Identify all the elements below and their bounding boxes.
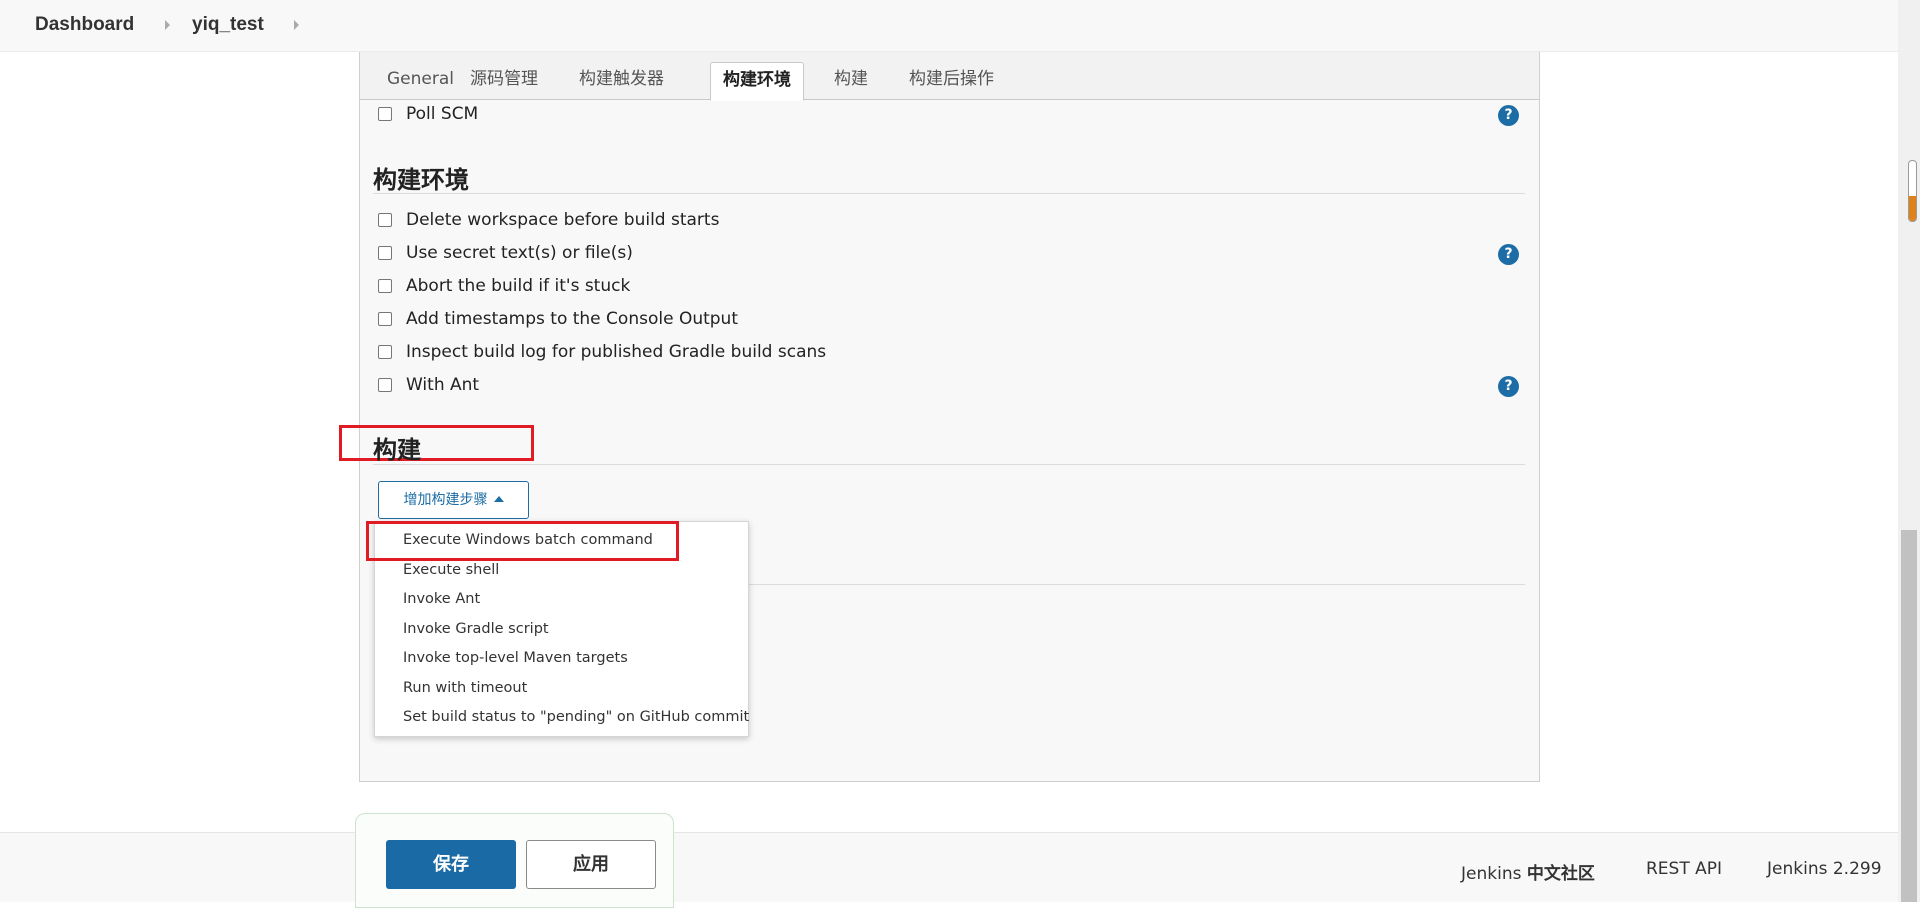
breadcrumb-dashboard[interactable]: Dashboard bbox=[35, 14, 134, 36]
breadcrumb-job[interactable]: yiq_test bbox=[192, 14, 264, 36]
menu-item-run-timeout[interactable]: Run with timeout bbox=[403, 680, 527, 696]
add-build-step-label: 增加构建步骤 bbox=[403, 492, 488, 508]
page-footer: Jenkins 中文社区 REST API Jenkins 2.299 bbox=[0, 832, 1898, 902]
chevron-right-icon[interactable] bbox=[294, 20, 299, 30]
secret-text-checkbox[interactable] bbox=[378, 246, 392, 260]
scrollbar-thumb[interactable] bbox=[1901, 530, 1917, 902]
help-icon[interactable]: ? bbox=[1498, 105, 1519, 126]
option-label: Use secret text(s) or file(s) bbox=[406, 243, 633, 263]
tab-post-build[interactable]: 构建后操作 bbox=[897, 62, 1006, 100]
footer-community-link[interactable]: Jenkins 中文社区 bbox=[1461, 859, 1595, 884]
option-gradle-scans: Inspect build log for published Gradle b… bbox=[378, 342, 978, 366]
option-label: Delete workspace before build starts bbox=[406, 210, 720, 230]
gradle-scans-checkbox[interactable] bbox=[378, 345, 392, 359]
help-icon[interactable]: ? bbox=[1498, 244, 1519, 265]
highlight-box bbox=[366, 521, 679, 561]
menu-item-gradle-script[interactable]: Invoke Gradle script bbox=[403, 621, 549, 637]
highlight-box bbox=[339, 425, 534, 461]
poll-scm-row: Poll SCM bbox=[378, 104, 778, 128]
timestamps-checkbox[interactable] bbox=[378, 312, 392, 326]
option-label: Add timestamps to the Console Output bbox=[406, 309, 738, 329]
tab-build-environment[interactable]: 构建环境 bbox=[710, 62, 804, 101]
help-icon[interactable]: ? bbox=[1498, 376, 1519, 397]
option-abort-stuck: Abort the build if it's stuck bbox=[378, 276, 978, 300]
menu-item-github-pending[interactable]: Set build status to "pending" on GitHub … bbox=[403, 709, 749, 725]
save-button[interactable]: 保存 bbox=[386, 840, 516, 889]
option-secret-text: Use secret text(s) or file(s) bbox=[378, 243, 978, 267]
section-divider bbox=[373, 193, 1525, 194]
poll-scm-label: Poll SCM bbox=[406, 104, 479, 124]
chevron-right-icon[interactable] bbox=[165, 20, 170, 30]
breadcrumb: Dashboard yiq_test bbox=[0, 0, 1898, 52]
menu-item-invoke-ant[interactable]: Invoke Ant bbox=[403, 591, 480, 607]
caret-up-icon bbox=[493, 496, 504, 502]
footer-version-link[interactable]: Jenkins 2.299 bbox=[1767, 859, 1882, 879]
section-divider bbox=[373, 464, 1525, 465]
apply-button[interactable]: 应用 bbox=[526, 840, 656, 889]
abort-stuck-checkbox[interactable] bbox=[378, 279, 392, 293]
option-label: Abort the build if it's stuck bbox=[406, 276, 631, 296]
tab-build[interactable]: 构建 bbox=[822, 62, 880, 100]
footer-community-bold: 中文社区 bbox=[1526, 864, 1595, 884]
add-build-step-button[interactable]: 增加构建步骤 bbox=[378, 481, 529, 519]
scroll-marker bbox=[1908, 160, 1917, 222]
delete-workspace-checkbox[interactable] bbox=[378, 213, 392, 227]
config-tabbar: General 源码管理 构建触发器 构建环境 构建 构建后操作 bbox=[360, 52, 1539, 101]
build-title: 构建 bbox=[373, 436, 421, 464]
with-ant-checkbox[interactable] bbox=[378, 378, 392, 392]
tab-general[interactable]: General bbox=[375, 62, 466, 100]
tab-build-triggers[interactable]: 构建触发器 bbox=[567, 62, 676, 100]
menu-item-execute-shell[interactable]: Execute shell bbox=[403, 562, 499, 578]
tab-source-control[interactable]: 源码管理 bbox=[458, 62, 550, 100]
save-bar: 保存 应用 bbox=[355, 813, 674, 908]
footer-rest-api-link[interactable]: REST API bbox=[1646, 859, 1722, 879]
option-timestamps: Add timestamps to the Console Output bbox=[378, 309, 978, 333]
build-environment-title: 构建环境 bbox=[373, 166, 469, 194]
poll-scm-checkbox[interactable] bbox=[378, 107, 392, 121]
scroll-marker-fill bbox=[1909, 196, 1916, 221]
option-label: Inspect build log for published Gradle b… bbox=[406, 342, 827, 362]
option-with-ant: With Ant bbox=[378, 375, 978, 399]
option-label: With Ant bbox=[406, 375, 480, 395]
option-delete-workspace: Delete workspace before build starts bbox=[378, 210, 978, 234]
menu-item-maven-targets[interactable]: Invoke top-level Maven targets bbox=[403, 650, 628, 666]
footer-community-prefix: Jenkins bbox=[1461, 864, 1522, 884]
section-divider bbox=[749, 584, 1525, 585]
